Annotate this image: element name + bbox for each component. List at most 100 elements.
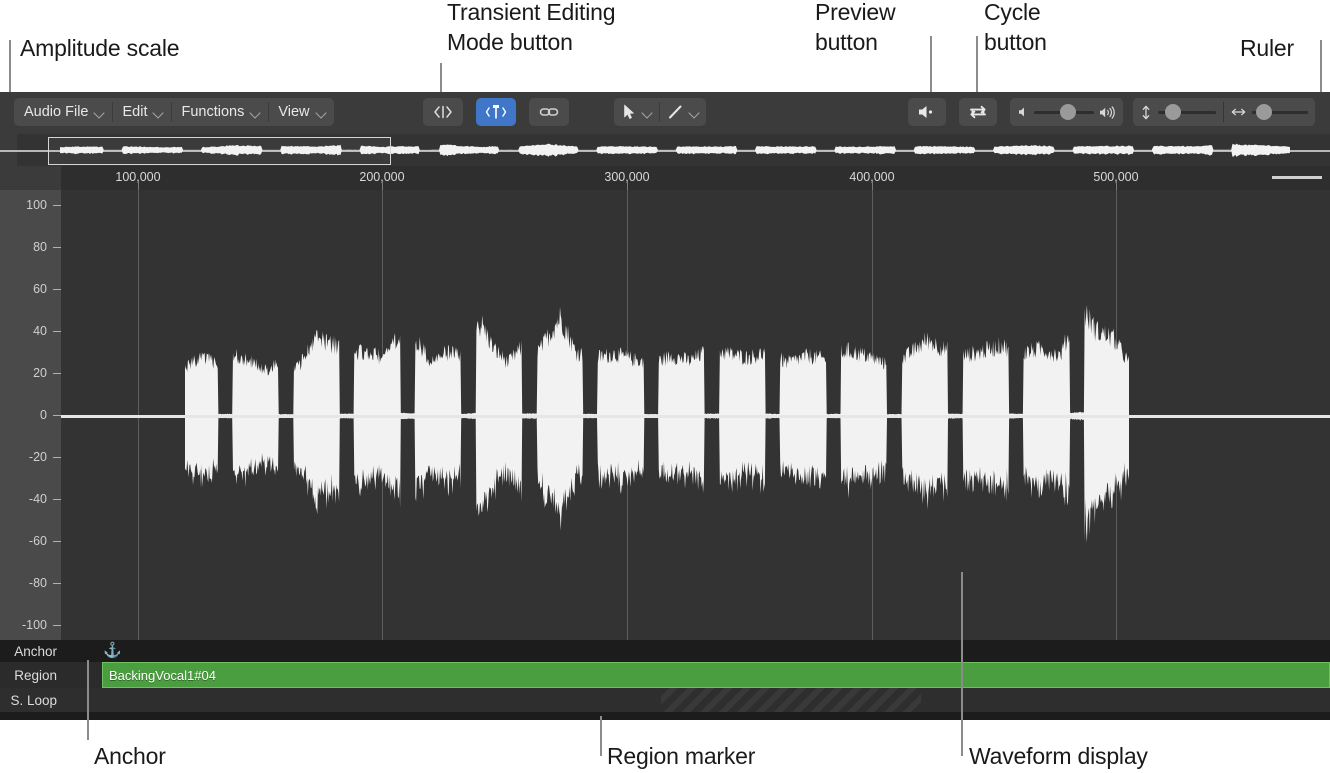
screenshot-root: Amplitude scale Transient Editing Mode b… xyxy=(0,0,1330,773)
menu-group: Audio File Edit Functions View xyxy=(14,98,334,126)
amplitude-tick xyxy=(53,541,61,542)
menu-view-label: View xyxy=(278,104,310,120)
amplitude-tick xyxy=(53,415,61,416)
vertical-zoom-slider[interactable] xyxy=(1133,104,1223,120)
speaker-icon xyxy=(919,106,933,118)
transient-icon xyxy=(485,105,507,119)
amplitude-tick-label: 100 xyxy=(26,198,47,212)
amplitude-tick-label: -20 xyxy=(28,450,47,464)
menu-audio-file[interactable]: Audio File xyxy=(14,98,112,126)
angle-brackets-icon xyxy=(434,105,452,119)
amplitude-tick-label: 0 xyxy=(40,408,47,422)
speaker-low-icon xyxy=(1019,107,1024,117)
leader-amplitude-scale xyxy=(9,40,11,92)
callout-waveform-display: Waveform display xyxy=(969,743,1148,769)
amplitude-tick-label: -40 xyxy=(28,492,47,506)
link-icon xyxy=(539,108,559,116)
chevron-down-icon xyxy=(643,108,652,117)
pointer-tool[interactable] xyxy=(614,98,659,126)
waveform-display[interactable] xyxy=(61,190,1330,640)
amplitude-tick-label: -80 xyxy=(28,576,47,590)
toolbar: Audio File Edit Functions View xyxy=(0,92,1330,134)
anchor-icon[interactable]: ⚓ xyxy=(103,643,122,658)
pencil-icon xyxy=(669,105,682,119)
leader-waveform-display xyxy=(961,572,963,756)
vertical-zoom-track[interactable] xyxy=(1158,104,1216,120)
amplitude-tick xyxy=(53,205,61,206)
region-lane-label-cell: Region xyxy=(0,662,61,688)
preview-button[interactable] xyxy=(908,98,946,126)
menu-edit[interactable]: Edit xyxy=(112,98,171,126)
pointer-icon xyxy=(624,104,634,119)
menu-view[interactable]: View xyxy=(268,98,333,126)
amplitude-tick xyxy=(53,583,61,584)
ruler-tick xyxy=(627,182,628,190)
pencil-tool[interactable] xyxy=(659,98,706,126)
sloop-hatch-region xyxy=(661,688,921,712)
amplitude-tick-label: -100 xyxy=(21,618,47,632)
callout-region-marker: Region marker xyxy=(607,743,756,769)
horizontal-zoom-slider[interactable] xyxy=(1224,104,1315,120)
anchor-lane[interactable]: ⚓ xyxy=(61,640,1330,662)
vertical-zoom-knob[interactable] xyxy=(1164,104,1181,120)
vertical-resize-icon xyxy=(1142,105,1150,119)
amplitude-tick-label: 60 xyxy=(33,282,47,296)
link-button[interactable] xyxy=(529,98,569,126)
ruler-tick xyxy=(1116,182,1117,190)
cycle-button[interactable] xyxy=(959,98,997,126)
chevron-down-icon xyxy=(251,108,260,117)
menu-audio-file-label: Audio File xyxy=(24,104,89,120)
ruler[interactable]: 100,000 200,000 300,000 400,000 500,000 xyxy=(0,166,1330,190)
sloop-lane[interactable] xyxy=(61,688,1330,712)
amplitude-tick xyxy=(53,499,61,500)
leader-anchor xyxy=(87,660,89,740)
cycle-icon xyxy=(970,105,986,119)
amplitude-tick-label: 80 xyxy=(33,240,47,254)
callout-amplitude-scale: Amplitude scale xyxy=(20,35,180,61)
ruler-scroll-indicator[interactable] xyxy=(1272,176,1322,179)
chevron-down-icon xyxy=(154,108,163,117)
menu-functions[interactable]: Functions xyxy=(171,98,268,126)
volume-slider-knob[interactable] xyxy=(1060,104,1077,120)
horizontal-resize-icon xyxy=(1231,108,1246,116)
ruler-tick xyxy=(138,182,139,190)
sloop-lane-label-cell: S. Loop xyxy=(0,688,61,712)
amplitude-tick-label: -60 xyxy=(28,534,47,548)
overview-strip[interactable] xyxy=(0,134,1330,166)
volume-slider[interactable] xyxy=(1010,98,1123,126)
amplitude-tick-label: 40 xyxy=(33,324,47,338)
amplitude-tick xyxy=(53,247,61,248)
region-marker[interactable]: BackingVocal1#04 xyxy=(102,662,1330,688)
horizontal-zoom-track[interactable] xyxy=(1252,104,1308,120)
anchor-lane-label-cell: Anchor xyxy=(0,640,61,662)
amplitude-tick xyxy=(53,289,61,290)
volume-slider-track[interactable] xyxy=(1034,104,1094,120)
lane-area: Anchor ⚓ Region BackingVocal1#04 S. Loop xyxy=(0,640,1330,720)
horizontal-zoom-knob[interactable] xyxy=(1256,104,1273,120)
ruler-tick xyxy=(382,182,383,190)
amplitude-tick xyxy=(53,373,61,374)
speaker-high-icon xyxy=(1100,105,1115,119)
tool-group xyxy=(614,98,706,126)
edit-mode-button[interactable] xyxy=(423,98,463,126)
zoom-slider-group xyxy=(1133,98,1315,126)
region-lane[interactable]: BackingVocal1#04 xyxy=(61,662,1330,688)
waveform-shape xyxy=(185,304,1129,543)
zero-amplitude-line xyxy=(61,415,1330,418)
overview-selection-rect[interactable] xyxy=(48,137,391,165)
ruler-gutter xyxy=(0,166,61,190)
amplitude-tick xyxy=(53,331,61,332)
callout-cycle-button: Cycle button xyxy=(984,0,1047,55)
region-name: BackingVocal1#04 xyxy=(109,667,216,683)
chevron-down-icon xyxy=(690,108,699,117)
amplitude-tick xyxy=(53,625,61,626)
sloop-lane-label: S. Loop xyxy=(10,692,57,708)
anchor-lane-label: Anchor xyxy=(14,643,57,659)
callout-transient-editing-mode-button: Transient Editing Mode button xyxy=(447,0,616,55)
amplitude-tick xyxy=(53,457,61,458)
amplitude-scale: 100 80 60 40 20 0 -20 -40 -60 -80 -100 xyxy=(0,190,61,640)
amplitude-tick-label: 20 xyxy=(33,366,47,380)
transient-editing-mode-button[interactable] xyxy=(476,98,516,126)
ruler-tick xyxy=(872,182,873,190)
callout-preview-button: Preview button xyxy=(815,0,896,55)
